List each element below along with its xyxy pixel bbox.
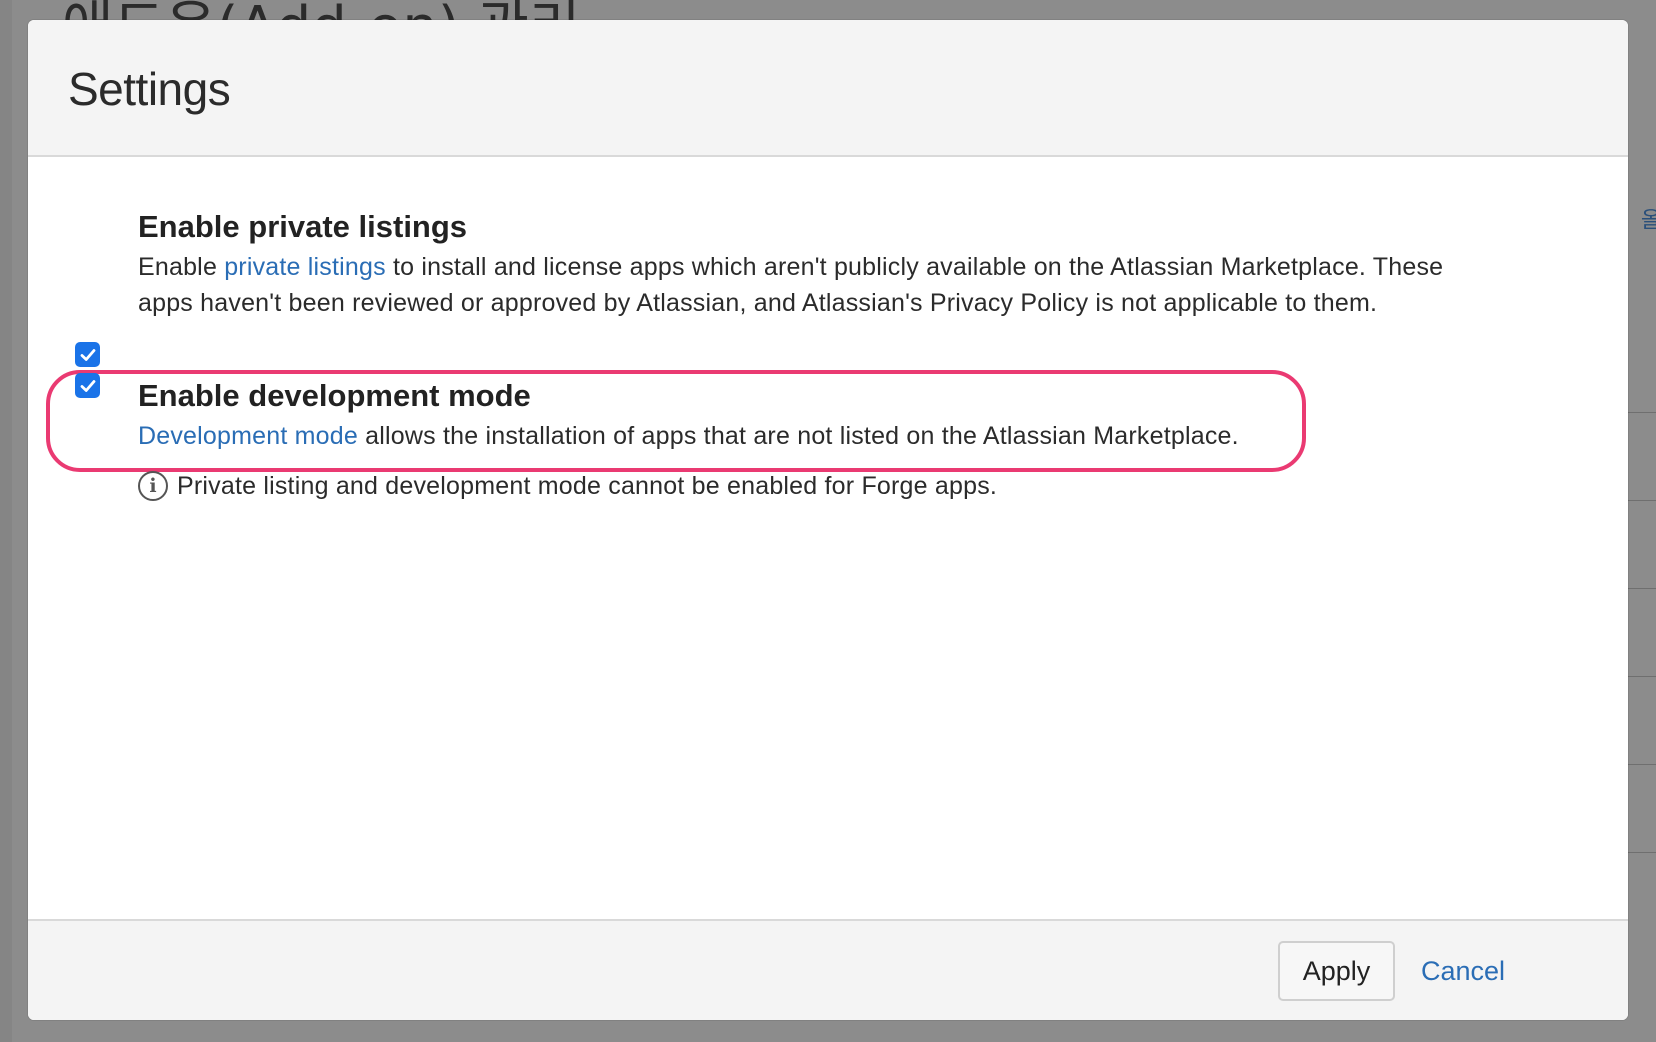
development-mode-link[interactable]: Development mode (138, 422, 358, 450)
background-divider (1627, 852, 1656, 853)
background-divider (1627, 676, 1656, 677)
private-listings-title: Enable private listings (138, 209, 468, 244)
apply-button[interactable]: Apply (1278, 941, 1395, 1001)
private-listings-desc-prefix: Enable (138, 253, 225, 281)
background-left-edge (0, 0, 12, 1042)
info-note: i Private listing and development mode c… (138, 471, 997, 501)
checkmark-icon (80, 348, 95, 361)
dialog-header: Settings (28, 20, 1628, 157)
background-divider (1627, 764, 1656, 765)
background-divider (1627, 500, 1656, 501)
dialog-title: Settings (68, 63, 231, 115)
private-listings-description: Enable private listings to install and l… (138, 249, 1468, 321)
background-divider (1627, 412, 1656, 413)
private-listings-link[interactable]: private listings (224, 253, 386, 281)
development-mode-title: Enable development mode (138, 378, 531, 413)
private-listings-checkbox[interactable] (75, 342, 100, 367)
background-side-text: 올 (1636, 208, 1656, 230)
background-divider (1627, 588, 1656, 589)
settings-dialog: Settings Enable private listings Enable … (28, 20, 1628, 1020)
development-mode-desc-suffix: allows the installation of apps that are… (358, 422, 1239, 450)
info-text: Private listing and development mode can… (177, 471, 998, 500)
cancel-button[interactable]: Cancel (1421, 941, 1505, 1001)
dialog-footer: Apply Cancel (28, 919, 1628, 1020)
info-icon: i (138, 471, 168, 501)
checkmark-icon (80, 379, 95, 392)
development-mode-checkbox[interactable] (75, 373, 100, 398)
dialog-body: Enable private listings Enable private l… (28, 157, 1628, 919)
development-mode-description: Development mode allows the installation… (138, 418, 1468, 454)
